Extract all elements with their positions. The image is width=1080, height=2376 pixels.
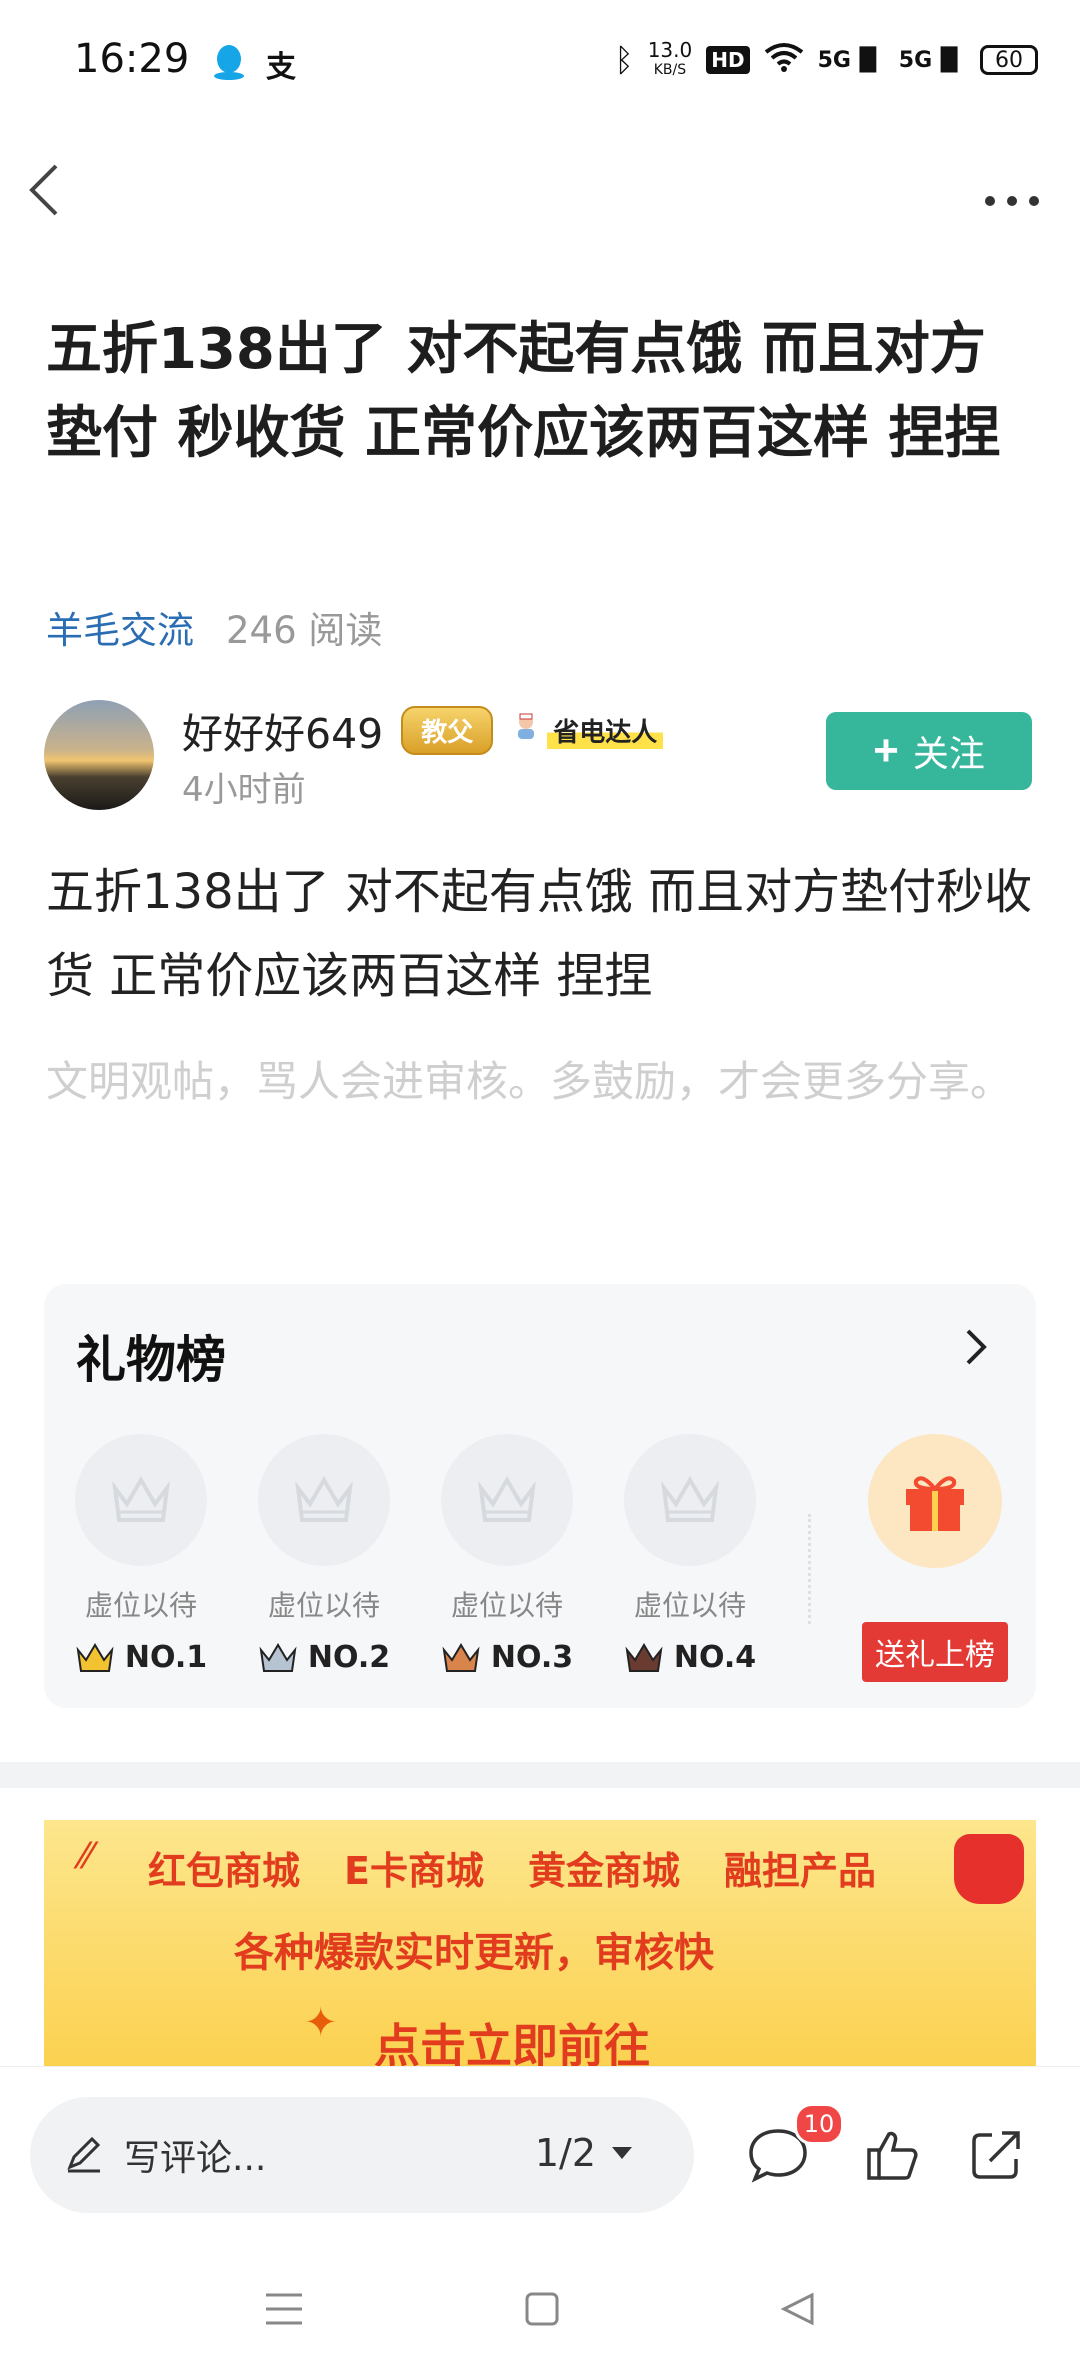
nurse-icon (511, 711, 541, 749)
banner-subtitle: 各种爆款实时更新，审核快 (234, 1930, 714, 1976)
plus-icon: + (873, 726, 899, 775)
banner-cta: 点击立即前往 (374, 2019, 650, 2070)
gift-slot-4[interactable]: 虚位以待 NO.4 (623, 1434, 757, 1675)
slot-label: 虚位以待 (267, 1589, 380, 1622)
slot-rank: NO.4 (623, 1640, 757, 1675)
post-category-link[interactable]: 羊毛交流 (46, 600, 194, 654)
gift-slot-2[interactable]: 虚位以待 NO.2 (257, 1434, 391, 1675)
slot-rank: NO.3 (440, 1640, 574, 1675)
comment-count-badge: 10 (794, 2103, 844, 2145)
gift-box-button[interactable] (868, 1434, 1002, 1568)
thumbs-up-icon (867, 2131, 918, 2180)
chevron-right-icon (966, 1329, 987, 1365)
bluetooth-icon: ᛒ (614, 41, 634, 79)
comment-input[interactable]: 写评论... 1/2 (30, 2097, 694, 2213)
qq-icon (212, 43, 246, 85)
pencil-icon (64, 2133, 104, 2177)
back-button[interactable] (26, 160, 86, 220)
read-count: 246 阅读 (226, 609, 383, 652)
post-meta: 羊毛交流 246 阅读 (46, 600, 382, 654)
banner-item: 融担产品 (724, 1849, 877, 1893)
home-nav-button[interactable] (524, 2291, 560, 2331)
banner-categories: 红包商城 E卡商城 黄金商城 融担产品 (148, 1840, 876, 1895)
author-info: 好好好649 教父 省电达人 (182, 700, 664, 760)
gift-slot-3[interactable]: 虚位以待 NO.3 (440, 1434, 574, 1675)
signal-icon-1: 5G▐▌ (817, 47, 885, 73)
wifi-icon (764, 42, 804, 78)
slot-label: 虚位以待 (84, 1589, 197, 1622)
slot-rank: NO.2 (257, 1640, 391, 1675)
civility-hint: 文明观帖，骂人会进审核。多鼓励，才会更多分享。 (46, 1057, 1013, 1106)
send-gift-button[interactable]: 送礼上榜 (862, 1622, 1008, 1682)
crown-silver-icon (259, 1642, 297, 1672)
post-time: 4小时前 (182, 770, 306, 810)
chevron-left-icon (29, 164, 58, 216)
comment-placeholder: 写评论... (124, 2138, 267, 2179)
banner-item: E卡商城 (344, 1849, 484, 1893)
status-time: 16:29 (74, 36, 190, 82)
slot-label: 虚位以待 (450, 1589, 563, 1622)
hd-icon: HD (706, 46, 750, 74)
alipay-icon: 支 (266, 50, 296, 85)
role-badge: 省电达人 (511, 711, 664, 749)
section-separator (0, 1762, 1080, 1788)
crown-placeholder-icon (258, 1434, 390, 1566)
system-navigation-bar (0, 2246, 1080, 2376)
status-icons: ᛒ 13.0 KB/S HD 5G▐▌ 5G▐▌ 60 (614, 40, 1038, 80)
menu-icon (266, 2293, 302, 2325)
banner-item: 黄金商城 (527, 1849, 680, 1893)
crown-gold-icon (76, 1642, 114, 1672)
star-sparkle-icon: ✦ (304, 2000, 338, 2046)
gift-board: 礼物榜 虚位以待 NO.1 虚位以待 NO.2 虚位以待 NO.3 虚位以待 N… (44, 1284, 1036, 1708)
crown-placeholder-icon (624, 1434, 756, 1566)
crown-placeholder-icon (75, 1434, 207, 1566)
network-speed: 13.0 KB/S (647, 38, 693, 78)
slot-rank: NO.1 (74, 1640, 208, 1675)
bottom-action-bar: 写评论... 1/2 10 (0, 2066, 1080, 2247)
crown-placeholder-icon (441, 1434, 573, 1566)
crown-bronze-icon (442, 1642, 480, 1672)
battery-icon: 60 (980, 45, 1038, 75)
follow-button[interactable]: + 关注 (826, 712, 1032, 790)
promo-banner[interactable]: ⁄⁄ 红包商城 E卡商城 黄金商城 融担产品 各种爆款实时更新，审核快 ✦ 点击… (44, 1820, 1036, 2070)
like-button[interactable] (856, 2119, 928, 2191)
post-title: 五折138出了 对不起有点饿 而且对方垫付 秒收货 正常价应该两百这样 捏捏 (46, 317, 1001, 466)
more-options-button[interactable] (984, 172, 1040, 218)
author-badge: 教父 (401, 705, 494, 755)
home-square-icon (525, 2292, 559, 2326)
banner-item: 红包商城 (148, 1849, 301, 1893)
follow-label: 关注 (912, 733, 985, 774)
signal-icon-2: 5G▐▌ (898, 47, 966, 73)
share-button[interactable] (960, 2119, 1032, 2191)
page-indicator-dropdown[interactable]: 1/2 (535, 2131, 634, 2175)
gift-icon (906, 1476, 964, 1531)
crown-dark-icon (625, 1642, 663, 1672)
status-notifications: 支 (212, 42, 296, 86)
red-envelope-mascot-icon (954, 1834, 1024, 1904)
gift-slot-1[interactable]: 虚位以待 NO.1 (74, 1434, 208, 1675)
sparkle-icon: ⁄⁄ (80, 1836, 93, 1877)
back-nav-button[interactable] (780, 2291, 816, 2331)
avatar[interactable] (44, 700, 154, 810)
role-label: 省电达人 (547, 711, 664, 749)
gift-divider (808, 1514, 811, 1624)
more-dots-icon (985, 196, 1039, 206)
menu-nav-button[interactable] (264, 2291, 304, 2331)
back-triangle-icon (780, 2292, 814, 2326)
dropdown-arrow-icon (612, 2147, 632, 2159)
post-body: 五折138出了 对不起有点饿 而且对方垫付秒收货 正常价应该两百这样 捏捏 (46, 864, 1033, 1004)
page-indicator-text: 1/2 (534, 2131, 596, 2175)
gift-board-title: 礼物榜 (76, 1331, 226, 1389)
gift-board-more-button[interactable] (964, 1324, 990, 1378)
slot-label: 虚位以待 (633, 1589, 746, 1622)
share-icon (972, 2131, 1020, 2179)
author-name[interactable]: 好好好649 (182, 700, 383, 760)
